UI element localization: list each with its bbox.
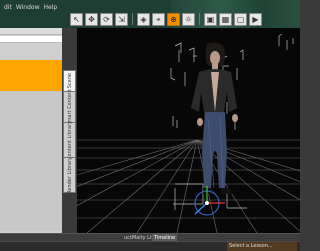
toolbar-separator [132, 13, 133, 25]
main-toolbar: ↖ ✥ ⟳ ⇲ ◈ ⌖ ⊕ ☼ ▣ ▦ ▢ ▶ [70, 12, 262, 26]
panel-tab-strip: Scene Smart Content Content Library Rend… [62, 28, 76, 233]
play-icon[interactable]: ▶ [249, 12, 262, 26]
tab-content-library[interactable]: Content Library [63, 120, 76, 160]
panel-header [0, 28, 62, 35]
floor-grid [77, 139, 300, 233]
top-bar: dit Window Help ↖ ✥ ⟳ ⇲ ◈ ⌖ ⊕ ☼ ▣ ▦ ▢ ▶ [0, 0, 300, 28]
frame-icon[interactable]: ▢ [234, 12, 247, 26]
move-icon[interactable]: ✥ [85, 12, 98, 26]
menu-window[interactable]: Window [16, 3, 40, 13]
toolbar-separator [199, 13, 200, 25]
3d-viewport[interactable] [77, 28, 300, 233]
grid-icon[interactable]: ▦ [219, 12, 232, 26]
menu-bar: dit Window Help [4, 3, 57, 13]
camera-icon[interactable]: ⌖ [152, 12, 165, 26]
tab-render-library-label: Render Library [66, 156, 73, 194]
viewport-scene[interactable] [77, 28, 300, 233]
light-gizmos [170, 33, 294, 210]
tab-smart-content[interactable]: Smart Content [63, 88, 76, 126]
scene-list[interactable] [0, 91, 62, 231]
menu-help[interactable]: Help [44, 3, 58, 13]
tab-content-library-label: Content Library [66, 120, 73, 160]
node-icon[interactable]: ◈ [137, 12, 150, 26]
tab-scene-label: Scene [66, 73, 73, 89]
rotate-icon[interactable]: ⟳ [100, 12, 113, 26]
tab-render-library[interactable]: Render Library [63, 157, 76, 193]
render-icon[interactable]: ▣ [204, 12, 217, 26]
scene-panel [0, 28, 62, 233]
tab-smart-content-label: Smart Content [66, 88, 73, 126]
light-icon[interactable]: ☼ [182, 12, 195, 26]
panel-filter-field[interactable] [0, 36, 62, 43]
menu-edit[interactable]: dit [4, 3, 12, 13]
selected-scene-item[interactable] [0, 60, 62, 91]
figure-model[interactable] [191, 42, 238, 194]
scale-icon[interactable]: ⇲ [115, 12, 128, 26]
target-icon[interactable]: ⊕ [167, 12, 180, 26]
select-icon[interactable]: ↖ [70, 12, 83, 26]
